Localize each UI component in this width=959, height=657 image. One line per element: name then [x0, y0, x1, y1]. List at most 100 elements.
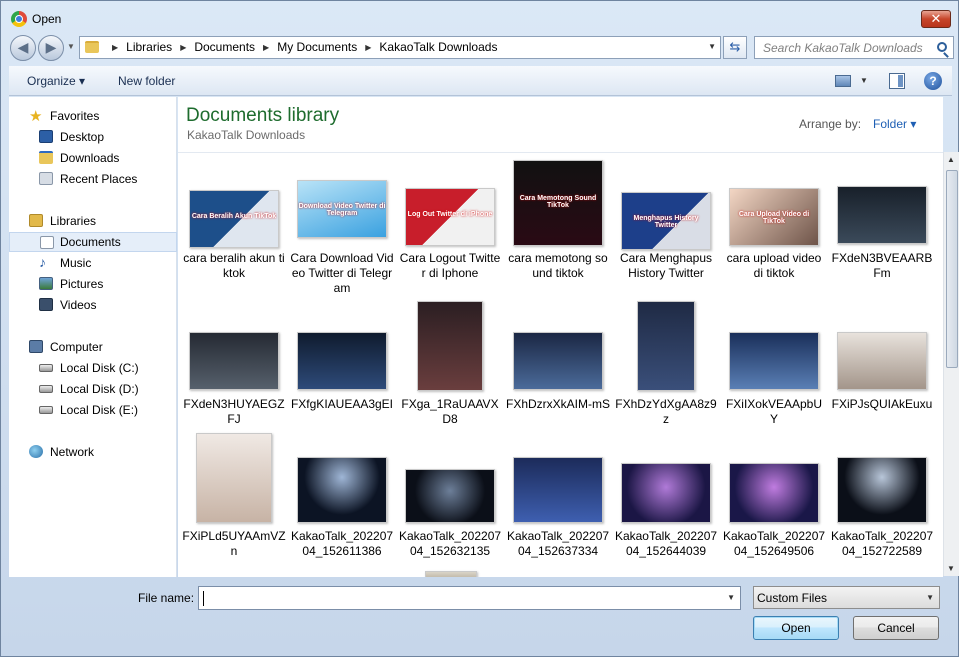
back-arrow-icon: ◀ [17, 39, 29, 55]
file-item[interactable]: FXhDzYdXgAA8z9z [614, 301, 718, 441]
file-item[interactable]: KakaoTalk_20220704_152644039 [614, 433, 718, 573]
file-item[interactable]: Download Video Twitter di Telegram Cara D… [290, 155, 394, 295]
file-item[interactable]: Menghapus History Twitter Cara Menghapus … [614, 155, 718, 295]
close-button[interactable]: ✕ [921, 10, 951, 28]
chevron-right-icon[interactable]: ▶ [112, 43, 118, 52]
cancel-button[interactable]: Cancel [853, 616, 939, 640]
arrange-by-dropdown[interactable]: Folder ▾ [873, 117, 916, 131]
file-thumbnail [837, 457, 927, 523]
file-name: FXga_1RaUAAVXD8 [401, 397, 499, 426]
nav-label: Favorites [50, 109, 100, 123]
history-dropdown-icon[interactable]: ▼ [67, 42, 75, 51]
nav-libraries[interactable]: Libraries [9, 211, 177, 231]
file-item[interactable]: FXhDzrxXkAIM-mS [506, 301, 610, 441]
new-folder-button[interactable]: New folder [118, 74, 175, 88]
breadcrumb-kakaotalk-downloads[interactable]: KakaoTalk Downloads [379, 40, 497, 54]
back-button[interactable]: ◀ [10, 35, 36, 61]
view-dropdown-icon[interactable]: ▼ [860, 76, 868, 85]
file-item[interactable]: KakaoTalk_20220704_152722589 [830, 433, 934, 573]
scroll-thumb[interactable] [946, 170, 958, 368]
nav-recent-places[interactable]: Recent Places [9, 169, 177, 189]
file-item[interactable]: Cara Memotong Sound TikTok cara memotong … [506, 155, 610, 295]
search-icon[interactable] [937, 42, 947, 52]
file-thumbnail: Download Video Twitter di Telegram [297, 180, 387, 238]
videos-icon [39, 298, 53, 311]
scroll-up-icon[interactable]: ▲ [947, 155, 955, 164]
file-item[interactable]: FXiPJsQUIAkEuxu [830, 301, 934, 441]
file-item[interactable]: KakaoTalk_20220704_152649506 [722, 433, 826, 573]
file-item[interactable]: Log Out Twitter di iPhone Cara Logout Twi… [398, 155, 502, 295]
file-thumbnail [405, 469, 495, 523]
file-item[interactable]: FXdeN3BVEAARBFm [830, 155, 934, 295]
file-name-dropdown-icon[interactable]: ▼ [727, 593, 735, 602]
title-bar: Open ✕ [1, 1, 958, 35]
refresh-icon: ⇆ [729, 39, 741, 54]
nav-documents[interactable]: Documents [9, 232, 177, 252]
nav-pictures[interactable]: Pictures [9, 274, 177, 294]
file-name-input[interactable]: ▼ [198, 586, 741, 610]
help-icon[interactable]: ? [924, 72, 942, 90]
search-input[interactable]: Search KakaoTalk Downloads [754, 36, 954, 59]
file-name: FXiPJsQUIAkEuxu [831, 397, 933, 411]
refresh-button[interactable]: ⇆ [723, 36, 747, 59]
nav-computer[interactable]: Computer [9, 337, 177, 357]
vertical-scrollbar[interactable]: ▲ ▼ [943, 152, 959, 576]
chevron-right-icon[interactable]: ▶ [263, 43, 269, 52]
file-name: cara memotong sound tiktok [508, 251, 608, 280]
nav-network[interactable]: Network [9, 442, 177, 462]
nav-label: Network [50, 445, 95, 459]
file-thumbnail[interactable] [425, 571, 477, 577]
organize-button[interactable]: Organize ▾ [27, 74, 85, 88]
nav-desktop[interactable]: Desktop [9, 127, 177, 147]
file-thumbnail [189, 332, 279, 390]
disk-drive-icon [39, 406, 53, 414]
file-thumbnail [729, 463, 819, 523]
file-item[interactable]: KakaoTalk_20220704_152611386 [290, 433, 394, 573]
file-name: FXiPLd5UYAAmVZn [182, 529, 286, 558]
address-bar[interactable]: ▶ Libraries ▶ Documents ▶ My Documents ▶… [79, 36, 721, 59]
file-item[interactable]: Cara Upload Video di TikTok cara upload v… [722, 155, 826, 295]
file-name: KakaoTalk_20220704_152637334 [506, 529, 610, 558]
nav-drive-e[interactable]: Local Disk (E:) [9, 400, 177, 420]
file-name: FXhDzYdXgAA8z9z [615, 397, 717, 426]
file-type-select[interactable]: Custom Files ▼ [753, 586, 940, 609]
file-name: KakaoTalk_20220704_152644039 [614, 529, 718, 558]
preview-pane-icon[interactable] [889, 73, 905, 89]
nav-favorites[interactable]: ★ Favorites [9, 106, 177, 126]
nav-drive-d[interactable]: Local Disk (D:) [9, 379, 177, 399]
address-dropdown-icon[interactable]: ▼ [708, 42, 716, 51]
nav-videos[interactable]: Videos [9, 295, 177, 315]
documents-icon [40, 236, 54, 249]
file-item[interactable]: FXdeN3HUYAEGZFJ [182, 301, 286, 441]
arrange-by-label: Arrange by: [799, 117, 862, 131]
file-type-dropdown-icon[interactable]: ▼ [926, 593, 934, 602]
nav-drive-c[interactable]: Local Disk (C:) [9, 358, 177, 378]
chevron-right-icon[interactable]: ▶ [180, 43, 186, 52]
nav-label: Local Disk (E:) [60, 403, 139, 417]
file-item[interactable]: KakaoTalk_20220704_152632135 [398, 433, 502, 573]
file-item[interactable]: FXiPLd5UYAAmVZn [182, 433, 286, 573]
file-item[interactable]: Cara Beralih Akun TikTok cara beralih aku… [182, 155, 286, 295]
nav-music[interactable]: ♪ Music [9, 253, 177, 273]
file-name: KakaoTalk_20220704_152722589 [830, 529, 934, 558]
file-name: Cara Menghapus History Twitter [619, 251, 713, 280]
breadcrumb-documents[interactable]: Documents [194, 40, 255, 54]
thumbnail-text: Cara Memotong Sound TikTok [519, 194, 597, 209]
chevron-right-icon[interactable]: ▶ [365, 43, 371, 52]
file-item[interactable]: FXfgKIAUEAA3gEI [290, 301, 394, 441]
forward-button[interactable]: ▶ [38, 35, 64, 61]
file-item[interactable]: FXiIXokVEAApbUY [722, 301, 826, 441]
breadcrumb-my-documents[interactable]: My Documents [277, 40, 357, 54]
open-dialog: Open ✕ ◀ ▶ ▼ ▶ Libraries ▶ Documents ▶ M… [0, 0, 959, 657]
file-name: FXfgKIAUEAA3gEI [290, 397, 394, 411]
breadcrumb-libraries[interactable]: Libraries [126, 40, 172, 54]
file-item[interactable]: FXga_1RaUAAVXD8 [398, 301, 502, 441]
nav-downloads[interactable]: Downloads [9, 148, 177, 168]
file-item[interactable]: KakaoTalk_20220704_152637334 [506, 433, 610, 573]
library-subtitle: KakaoTalk Downloads [187, 128, 306, 142]
folder-icon [85, 41, 99, 53]
open-button[interactable]: Open [753, 616, 839, 640]
change-view-icon[interactable] [835, 75, 851, 87]
scroll-down-icon[interactable]: ▼ [947, 564, 955, 573]
file-name: KakaoTalk_20220704_152611386 [290, 529, 394, 558]
